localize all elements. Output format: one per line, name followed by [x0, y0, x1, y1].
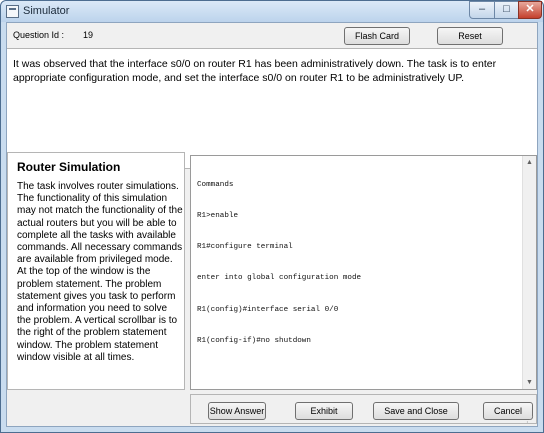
save-and-close-button[interactable]: Save and Close	[373, 402, 459, 420]
info-panel: Router Simulation The task involves rout…	[7, 152, 185, 390]
header-row: Question Id : 19 Flash Card Reset	[7, 23, 537, 47]
console-output[interactable]: Commands R1>enable R1#configure terminal…	[197, 159, 517, 367]
reset-button[interactable]: Reset	[437, 27, 503, 45]
console-scrollbar[interactable]: ▲ ▼	[522, 156, 536, 389]
question-id-label: Question Id :	[13, 30, 65, 40]
router-console[interactable]: Commands R1>enable R1#configure terminal…	[190, 155, 537, 390]
console-line: R1>enable	[197, 212, 239, 221]
problem-statement-text: It was observed that the interface s0/0 …	[13, 58, 497, 84]
console-line: Commands	[197, 180, 234, 189]
window-title: Simulator	[23, 5, 70, 17]
maximize-button[interactable]: □	[494, 1, 519, 19]
client-area: Question Id : 19 Flash Card Reset It was…	[6, 22, 538, 427]
info-heading: Router Simulation	[17, 160, 121, 174]
console-line: R1(config-if)#no shutdown	[197, 336, 311, 345]
resize-grip-icon[interactable]: ⋰	[526, 415, 536, 425]
app-icon	[6, 5, 19, 18]
console-line: enter into global configuration mode	[197, 274, 362, 283]
minimize-button[interactable]: –	[469, 1, 495, 19]
simulator-window: Simulator – □ ✕ Question Id : 19 Flash C…	[0, 0, 544, 433]
info-body: The task involves router simulations. Th…	[17, 181, 183, 363]
problem-statement-panel: It was observed that the interface s0/0 …	[7, 48, 537, 169]
title-bar[interactable]: Simulator – □ ✕	[1, 1, 543, 22]
action-bar: Show Answer Exhibit Save and Close Cance…	[190, 394, 537, 424]
scroll-down-icon[interactable]: ▼	[523, 376, 536, 389]
console-line: R1#configure terminal	[197, 243, 293, 252]
exhibit-button[interactable]: Exhibit	[295, 402, 353, 420]
question-id-value: 19	[83, 30, 94, 40]
show-answer-button[interactable]: Show Answer	[208, 402, 266, 420]
scroll-up-icon[interactable]: ▲	[523, 156, 536, 169]
flash-card-button[interactable]: Flash Card	[344, 27, 410, 45]
close-button[interactable]: ✕	[518, 1, 542, 19]
console-line: R1(config)#interface serial 0/0	[197, 305, 339, 314]
